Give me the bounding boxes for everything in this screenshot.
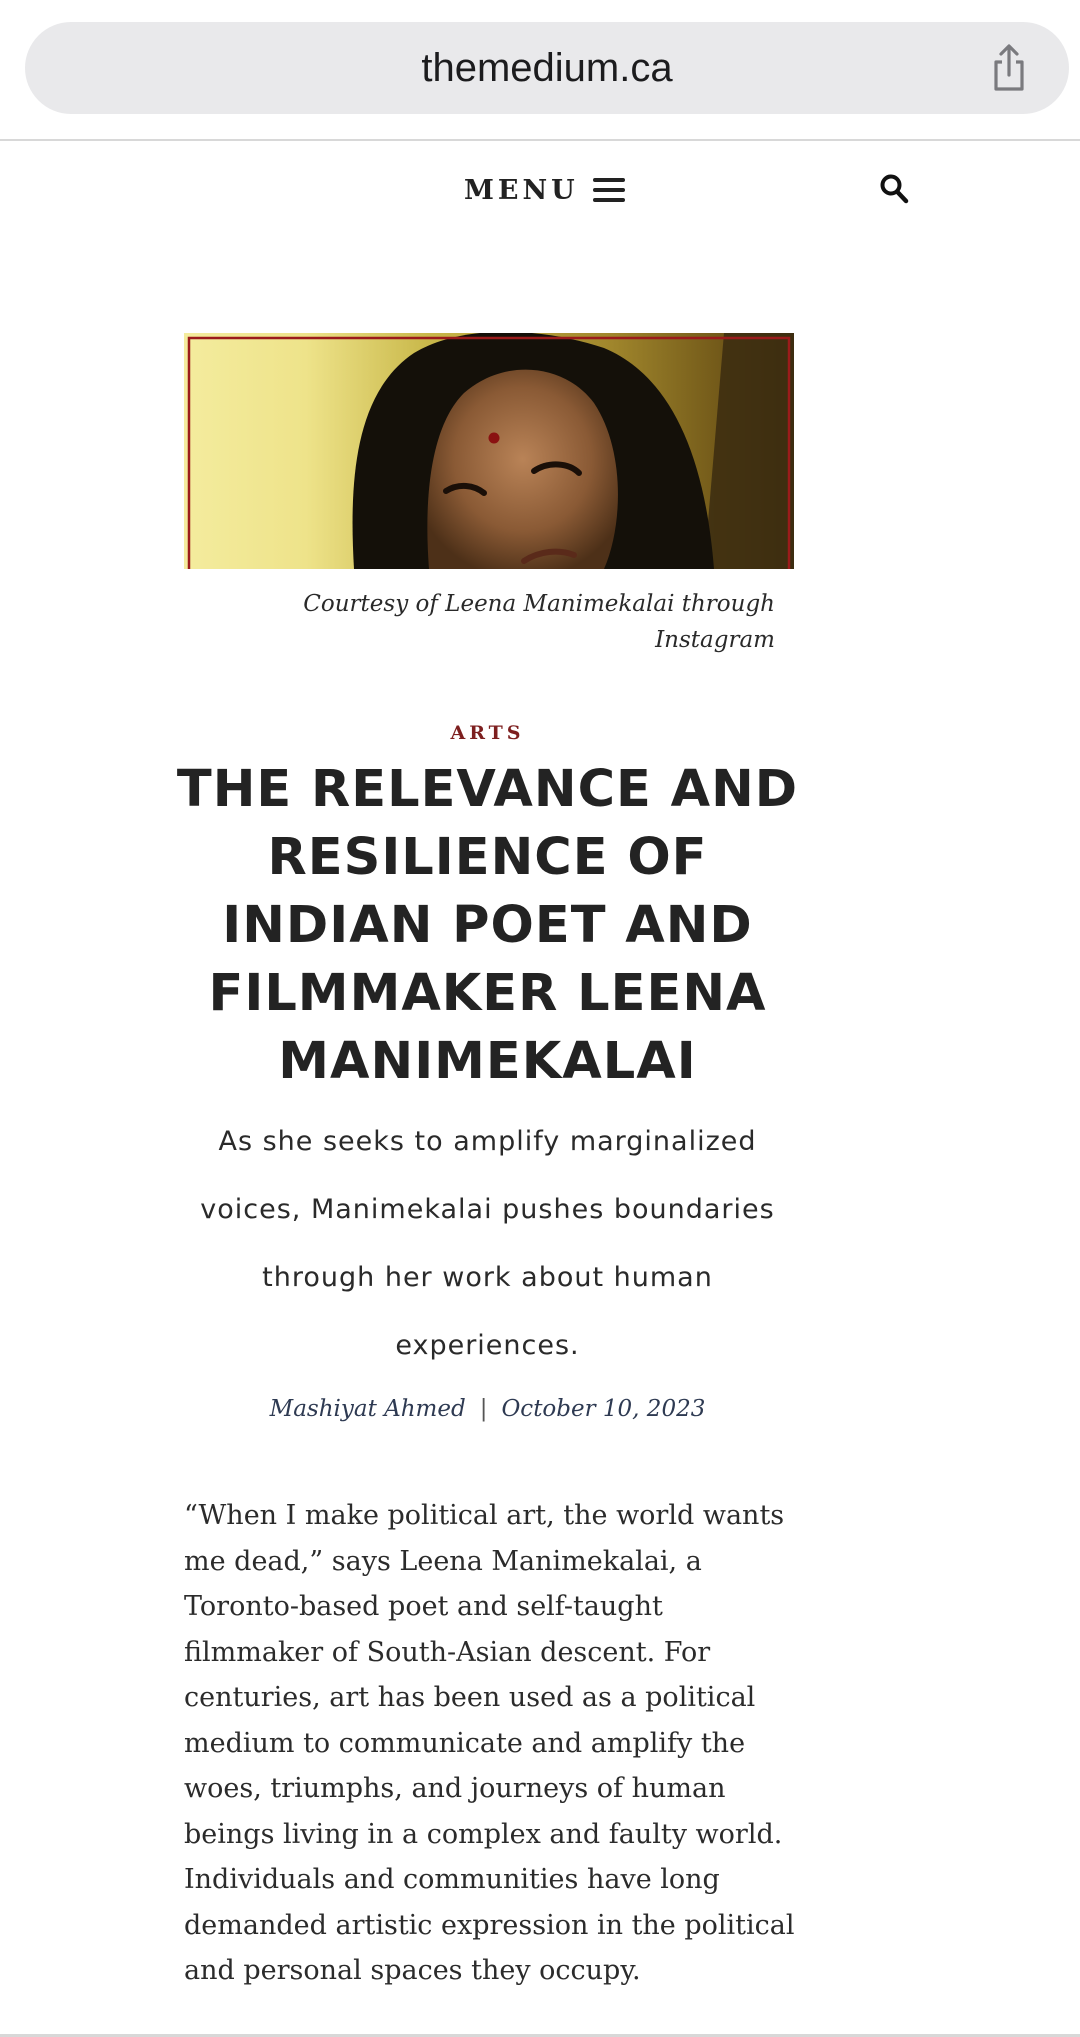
category-link[interactable]: ARTS bbox=[0, 722, 975, 744]
menu-label: MENU bbox=[464, 174, 579, 206]
url-text[interactable]: themedium.ca bbox=[25, 22, 1069, 114]
hero-image bbox=[184, 333, 794, 569]
share-icon[interactable] bbox=[983, 42, 1035, 94]
byline-separator: | bbox=[479, 1396, 488, 1422]
search-icon[interactable] bbox=[879, 173, 909, 205]
address-bar[interactable]: themedium.ca bbox=[25, 22, 1069, 114]
byline: Mashiyat Ahmed | October 10, 2023 bbox=[0, 1396, 975, 1422]
article-subtitle: As she seeks to amplify marginalized voi… bbox=[200, 1126, 775, 1361]
publish-date: October 10, 2023 bbox=[501, 1396, 706, 1422]
hamburger-icon bbox=[592, 178, 625, 202]
author-link[interactable]: Mashiyat Ahmed bbox=[270, 1396, 466, 1422]
menu-button[interactable]: MENU bbox=[464, 168, 625, 212]
image-caption: Courtesy of Leena Manimekalai through In… bbox=[303, 591, 775, 653]
chrome-divider bbox=[0, 139, 1080, 141]
article-body-paragraph: “When I make political art, the world wa… bbox=[184, 1500, 795, 1986]
article-title: THE RELEVANCE AND RESILIENCE OF INDIAN P… bbox=[176, 760, 799, 1091]
